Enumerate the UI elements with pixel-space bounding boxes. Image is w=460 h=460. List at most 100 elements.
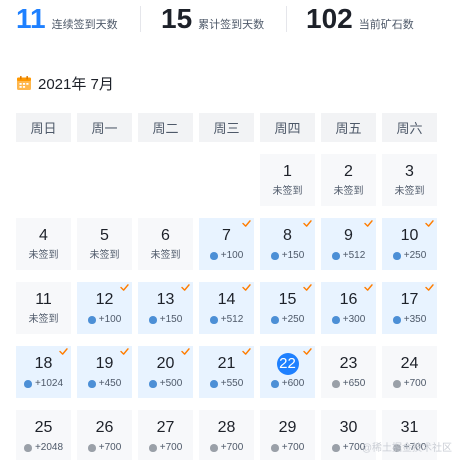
check-icon bbox=[181, 284, 190, 291]
check-icon bbox=[120, 348, 129, 355]
calendar-day-1[interactable]: 1 未签到 bbox=[260, 154, 315, 206]
day-status-text: +700 bbox=[403, 378, 427, 389]
day-status: +700 bbox=[199, 441, 254, 455]
calendar-day-22[interactable]: 22 +600 bbox=[260, 346, 315, 398]
day-status-text: +150 bbox=[159, 314, 183, 325]
ore-grey-icon bbox=[148, 444, 157, 452]
calendar-day-9[interactable]: 9 +512 bbox=[321, 218, 376, 270]
day-status-text: +350 bbox=[403, 314, 427, 325]
day-number: 21 bbox=[217, 355, 236, 372]
calendar-day-2[interactable]: 2 未签到 bbox=[321, 154, 376, 206]
check-icon bbox=[303, 348, 312, 355]
check-icon bbox=[425, 284, 434, 291]
calendar-day-17[interactable]: 17 +350 bbox=[382, 282, 437, 334]
today-day-number: 22 bbox=[276, 353, 299, 375]
day-status: +250 bbox=[260, 313, 315, 327]
stat-total-days: 15 累计签到天数 bbox=[161, 0, 264, 40]
stat-label: 当前矿石数 bbox=[358, 19, 414, 31]
calendar-day-16[interactable]: 16 +300 bbox=[321, 282, 376, 334]
day-number: 15 bbox=[278, 291, 297, 308]
calendar-day-20[interactable]: 20 +500 bbox=[138, 346, 193, 398]
day-number: 14 bbox=[217, 291, 236, 308]
calendar-day-27[interactable]: 27 +700 bbox=[138, 410, 193, 460]
ore-blue-icon bbox=[270, 380, 279, 388]
day-status: +500 bbox=[138, 377, 193, 391]
calendar-day-5[interactable]: 5 未签到 bbox=[77, 218, 132, 270]
calendar-day-21[interactable]: 21 +550 bbox=[199, 346, 254, 398]
day-status-text: +100 bbox=[220, 250, 244, 261]
weekday-mon: 周一 bbox=[77, 113, 132, 142]
ore-grey-icon bbox=[392, 380, 401, 388]
ore-blue-icon bbox=[23, 380, 32, 388]
day-status-text: +700 bbox=[220, 442, 244, 453]
calendar-day-29[interactable]: 29 +700 bbox=[260, 410, 315, 460]
day-status-text: 未签到 bbox=[394, 186, 425, 197]
month-header: 2021年 7月 bbox=[16, 72, 114, 94]
stat-value: 102 bbox=[306, 3, 353, 34]
calendar-day-12[interactable]: 12 +100 bbox=[77, 282, 132, 334]
ore-blue-icon bbox=[270, 316, 279, 324]
ore-grey-icon bbox=[23, 444, 32, 452]
ore-blue-icon bbox=[148, 316, 157, 324]
ore-blue-icon bbox=[270, 252, 279, 260]
weekday-thu: 周四 bbox=[260, 113, 315, 142]
day-status-text: +150 bbox=[281, 250, 305, 261]
calendar-day-3[interactable]: 3 未签到 bbox=[382, 154, 437, 206]
day-status-text: 未签到 bbox=[272, 186, 303, 197]
day-status: +700 bbox=[260, 441, 315, 455]
ore-blue-icon bbox=[87, 316, 96, 324]
day-status-text: +600 bbox=[281, 378, 305, 389]
calendar-day-23[interactable]: 23 +650 bbox=[321, 346, 376, 398]
check-icon bbox=[242, 284, 251, 291]
weekday-sat: 周六 bbox=[382, 113, 437, 142]
ore-grey-icon bbox=[209, 444, 218, 452]
calendar-day-11[interactable]: 11 未签到 bbox=[16, 282, 71, 334]
calendar-day-25[interactable]: 25 +2048 bbox=[16, 410, 71, 460]
day-number: 6 bbox=[161, 227, 170, 244]
day-status: +100 bbox=[199, 249, 254, 263]
check-icon bbox=[303, 284, 312, 291]
day-number: 7 bbox=[222, 227, 231, 244]
calendar-day-4[interactable]: 4 未签到 bbox=[16, 218, 71, 270]
day-number: 20 bbox=[156, 355, 175, 372]
calendar-day-6[interactable]: 6 未签到 bbox=[138, 218, 193, 270]
calendar-day-26[interactable]: 26 +700 bbox=[77, 410, 132, 460]
day-status: +700 bbox=[382, 377, 437, 391]
calendar-day-10[interactable]: 10 +250 bbox=[382, 218, 437, 270]
day-status: +650 bbox=[321, 377, 376, 391]
calendar-day-15[interactable]: 15 +250 bbox=[260, 282, 315, 334]
ore-blue-icon bbox=[209, 252, 218, 260]
day-status-text: +300 bbox=[342, 314, 366, 325]
day-status-text: +700 bbox=[98, 442, 122, 453]
calendar-day-7[interactable]: 7 +100 bbox=[199, 218, 254, 270]
day-status: +700 bbox=[77, 441, 132, 455]
calendar-day-8[interactable]: 8 +150 bbox=[260, 218, 315, 270]
ore-grey-icon bbox=[331, 444, 340, 452]
day-number: 9 bbox=[344, 227, 353, 244]
day-status-text: +650 bbox=[342, 378, 366, 389]
day-number: 26 bbox=[95, 419, 114, 436]
day-number: 23 bbox=[339, 355, 358, 372]
day-status: +512 bbox=[321, 249, 376, 263]
day-status: 未签到 bbox=[16, 249, 71, 263]
day-status: +150 bbox=[260, 249, 315, 263]
day-status: +550 bbox=[199, 377, 254, 391]
check-icon bbox=[120, 284, 129, 291]
calendar-icon bbox=[16, 75, 32, 91]
check-icon bbox=[364, 284, 373, 291]
day-status: +2048 bbox=[16, 441, 71, 455]
calendar-day-19[interactable]: 19 +450 bbox=[77, 346, 132, 398]
day-number: 3 bbox=[405, 163, 414, 180]
calendar-day-18[interactable]: 18 +1024 bbox=[16, 346, 71, 398]
calendar-day-28[interactable]: 28 +700 bbox=[199, 410, 254, 460]
day-number: 28 bbox=[217, 419, 236, 436]
day-status-text: +500 bbox=[159, 378, 183, 389]
ore-grey-icon bbox=[270, 444, 279, 452]
calendar-day-24[interactable]: 24 +700 bbox=[382, 346, 437, 398]
day-number: 17 bbox=[400, 291, 419, 308]
calendar-day-13[interactable]: 13 +150 bbox=[138, 282, 193, 334]
check-icon bbox=[242, 220, 251, 227]
ore-blue-icon bbox=[148, 380, 157, 388]
calendar-day-14[interactable]: 14 +512 bbox=[199, 282, 254, 334]
day-number: 12 bbox=[95, 291, 114, 308]
